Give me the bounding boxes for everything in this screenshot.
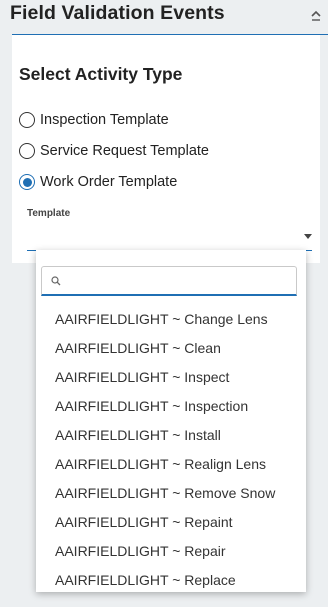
radio-button-selected[interactable] [19,174,35,190]
dropdown-option[interactable]: AAIRFIELDLIGHT ~ Inspect [36,363,306,392]
option-list: AAIRFIELDLIGHT ~ Change Lens AAIRFIELDLI… [36,305,306,592]
panel-header: Field Validation Events [0,0,328,34]
radio-button[interactable] [19,112,35,128]
section-title: Select Activity Type [19,64,183,84]
activity-type-panel: Select Activity Type Inspection Template… [12,35,320,263]
page-title: Field Validation Events [10,2,225,24]
dropdown-option[interactable]: AAIRFIELDLIGHT ~ Repair [36,537,306,566]
template-select[interactable] [27,224,312,251]
radio-work-order-template[interactable]: Work Order Template [19,171,177,193]
template-dropdown-menu: AAIRFIELDLIGHT ~ Change Lens AAIRFIELDLI… [36,250,306,592]
dropdown-option[interactable]: AAIRFIELDLIGHT ~ Install [36,421,306,450]
dropdown-option[interactable]: AAIRFIELDLIGHT ~ Change Lens [36,305,306,334]
dropdown-option[interactable]: AAIRFIELDLIGHT ~ Remove Snow [36,479,306,508]
radio-label: Work Order Template [40,174,178,190]
dropdown-search-box[interactable] [41,266,297,296]
dropdown-option[interactable]: AAIRFIELDLIGHT ~ Inspection [36,392,306,421]
chevron-up-icon[interactable] [310,9,322,23]
dropdown-search-input[interactable] [68,270,292,292]
radio-label: Service Request Template [40,143,209,159]
dropdown-option[interactable]: AAIRFIELDLIGHT ~ Repaint [36,508,306,537]
radio-label: Inspection Template [40,112,169,128]
dropdown-option[interactable]: AAIRFIELDLIGHT ~ Replace [36,566,306,592]
caret-down-icon[interactable] [304,234,312,239]
template-field-label: Template [27,208,71,219]
radio-inspection-template[interactable]: Inspection Template [19,109,169,131]
dropdown-option[interactable]: AAIRFIELDLIGHT ~ Realign Lens [36,450,306,479]
dropdown-option[interactable]: AAIRFIELDLIGHT ~ Clean [36,334,306,363]
search-icon [51,276,61,286]
radio-button[interactable] [19,143,35,159]
radio-service-request-template[interactable]: Service Request Template [19,140,209,162]
